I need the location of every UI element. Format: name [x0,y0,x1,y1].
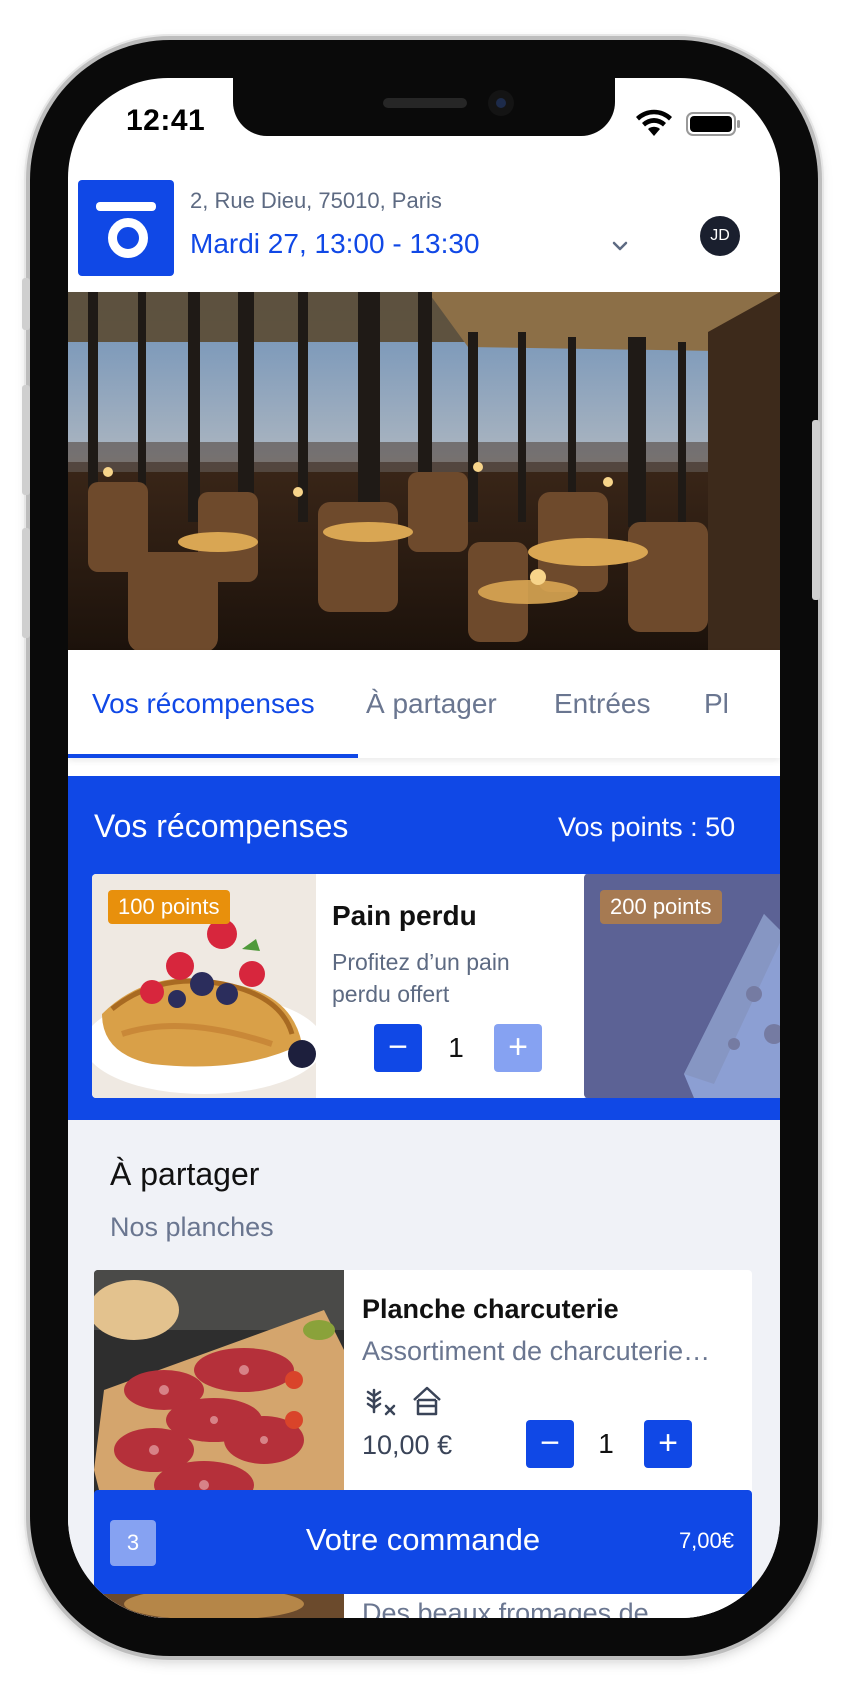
tab-plats[interactable]: Pl [704,688,729,720]
points-badge: 100 points [108,890,230,924]
points-balance: Vos points : 50 [558,812,736,842]
restaurant-photo [68,292,780,650]
active-tab-indicator [68,754,358,758]
reward-card[interactable]: 100 points Pain perdu Profitez d’un pain… [92,874,588,1098]
product-price: 10,00 € [362,1430,453,1460]
product-name: Planche charcuterie [362,1294,619,1324]
decrease-quantity-button[interactable]: − [526,1420,574,1468]
increase-quantity-button[interactable]: + [644,1420,692,1468]
reward-card[interactable]: 200 points [584,874,780,1098]
status-time: 12:41 [126,104,206,137]
volume-up-button [22,385,30,495]
notch [233,78,615,136]
app-screen: 12:41 2, Rue Dieu, 75010, Paris Mardi 27… [68,78,780,1618]
tab-entrees[interactable]: Entrées [554,688,651,720]
brand-logo[interactable] [78,180,174,276]
chevron-down-icon[interactable] [610,240,630,254]
next-product-name: Des beaux fromages de [362,1598,649,1618]
section-title: À partager [110,1156,260,1192]
increase-quantity-button[interactable]: + [494,1024,542,1072]
section-subtitle: Nos planches [110,1212,274,1242]
power-button [812,420,820,600]
reward-description: Profitez d’un pain perdu offert [332,949,510,1007]
next-product-photo [94,1594,344,1618]
mute-switch [22,278,30,330]
product-description: Assortiment de charcuterie… [362,1336,711,1366]
tab-a-partager[interactable]: À partager [366,688,497,720]
quantity-value: 1 [448,1032,464,1063]
wifi-icon [636,109,672,136]
order-label: Votre commande [305,1522,541,1557]
category-tabs: Vos récompenses À partager Entrées Pl [68,650,780,758]
reward-name: Pain perdu [332,900,477,931]
rewards-title: Vos récompenses [94,808,349,844]
order-summary-button[interactable]: 3 Votre commande 7,00€ [94,1490,752,1594]
house-icon [413,1386,441,1416]
battery-icon [686,112,740,136]
order-total: 7,00€ [678,1528,734,1553]
gluten-free-icon [366,1388,396,1416]
points-badge: 200 points [600,890,722,924]
delivery-address: 2, Rue Dieu, 75010, Paris [190,188,442,213]
avatar[interactable]: JD [700,216,740,256]
camera [488,90,514,116]
rewards-section: Vos récompenses Vos points : 50 100 poin… [68,776,780,1120]
speaker [383,98,467,108]
quantity-value: 1 [598,1428,614,1459]
volume-down-button [22,528,30,638]
time-slot-selector[interactable]: Mardi 27, 13:00 - 13:30 [190,228,480,260]
next-product-card[interactable]: Des beaux fromages de [94,1594,752,1618]
tab-vos-recompenses[interactable]: Vos récompenses [92,688,315,720]
decrease-quantity-button[interactable]: − [374,1024,422,1072]
